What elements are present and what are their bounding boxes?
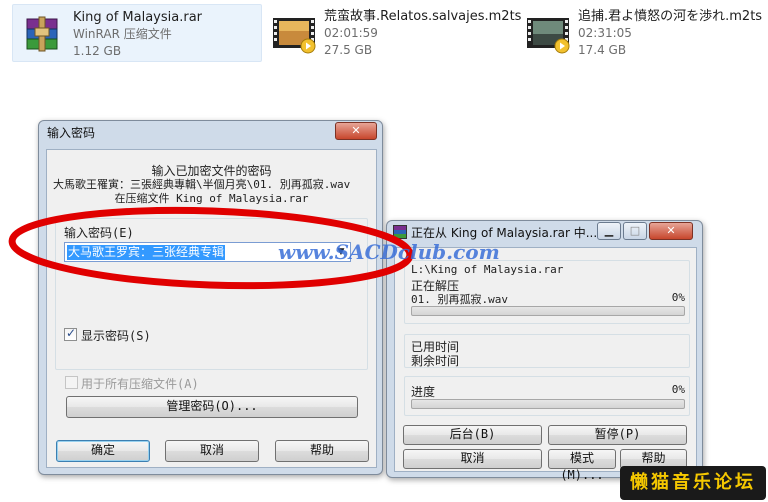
password-dialog-client: 输入已加密文件的密码 大馬歌王罹寅：三張經典專輯\半個月亮\01. 別再孤寂.w… (46, 149, 377, 468)
file-size: 1.12 GB (73, 44, 122, 58)
forum-badge: 懒猫音乐论坛 (620, 466, 766, 500)
cancel-button[interactable]: 取消 (165, 440, 259, 462)
file-duration: 02:01:59 (324, 26, 378, 40)
password-field-label: 输入密码(E) (64, 226, 134, 240)
file-name: 追捕.君よ憤怒の河を渉れ.m2ts (578, 9, 763, 24)
progress-label: 进度 (411, 385, 436, 399)
maximize-icon: □ (629, 224, 641, 237)
file-type: WinRAR 压缩文件 (73, 27, 172, 41)
file-name: King of Malaysia.rar (73, 10, 203, 25)
cancel-extract-button[interactable]: 取消 (403, 449, 542, 469)
total-percent: 0% (671, 383, 685, 396)
prompt-archive-name: 在压缩文件 King of Malaysia.rar (114, 192, 309, 205)
total-progress-bar (411, 399, 685, 409)
manage-passwords-button[interactable]: 管理密码(O)... (66, 396, 358, 418)
winrar-small-icon (393, 225, 407, 239)
file-size: 17.4 GB (578, 43, 627, 57)
archive-path: L:\King of Malaysia.rar (411, 263, 564, 276)
show-password-checkbox[interactable] (64, 326, 77, 341)
background-button[interactable]: 后台(B) (403, 425, 542, 445)
close-icon: ✕ (666, 224, 676, 237)
winrar-archive-icon (19, 9, 67, 57)
close-button[interactable]: ✕ (335, 122, 377, 140)
file-tile-rar[interactable]: King of Malaysia.rar WinRAR 压缩文件 1.12 GB (12, 4, 262, 62)
help-button[interactable]: 帮助 (275, 440, 369, 462)
file-progress-bar (411, 306, 685, 316)
minimize-icon: ▁ (604, 224, 614, 237)
file-tile-video-2[interactable]: 追捕.君よ憤怒の河を渉れ.m2ts 02:31:05 17.4 GB (518, 4, 766, 62)
file-name: 荒蛮故事.Relatos.salvajes.m2ts (324, 9, 522, 24)
mode-button[interactable]: 模式(M)... (548, 449, 616, 482)
current-file: 01. 别再孤寂.wav (411, 293, 508, 306)
remaining-time-label: 剩余时间 (411, 354, 460, 368)
video-file-icon (270, 8, 318, 56)
all-archives-checkbox[interactable] (65, 376, 78, 389)
file-progress-group: L:\King of Malaysia.rar 正在解压 01. 别再孤寂.wa… (404, 260, 690, 324)
minimize-button[interactable]: ▁ (597, 222, 621, 240)
extract-dialog-client: L:\King of Malaysia.rar 正在解压 01. 别再孤寂.wa… (394, 247, 697, 482)
pause-button[interactable]: 暂停(P) (548, 425, 687, 445)
password-value: 大马歌王罗宾：三张经典专辑 (67, 245, 226, 260)
password-dialog: 输入密码 ✕ 输入已加密文件的密码 大馬歌王罹寅：三張經典專輯\半個月亮\01.… (38, 120, 383, 475)
file-duration: 02:31:05 (578, 26, 632, 40)
close-button[interactable]: ✕ (649, 222, 693, 240)
file-percent: 0% (671, 291, 685, 304)
time-group: 已用时间 剩余时间 (404, 334, 690, 368)
total-progress-group: 进度 0% (404, 376, 690, 416)
ok-button[interactable]: 确定 (56, 440, 150, 462)
forum-badge-text: 懒猫音乐论坛 (630, 472, 756, 493)
show-password-label[interactable]: 显示密码(S) (81, 327, 151, 344)
file-size: 27.5 GB (324, 43, 373, 57)
file-tile-video-1[interactable]: 荒蛮故事.Relatos.salvajes.m2ts 02:01:59 27.5… (264, 4, 521, 62)
password-dialog-title: 输入密码 (47, 126, 96, 140)
close-icon: ✕ (351, 124, 361, 137)
maximize-button[interactable]: □ (623, 222, 647, 240)
all-archives-label[interactable]: 用于所有压缩文件(A) (81, 375, 199, 392)
video-file-icon (524, 8, 572, 56)
watermark-text: www.SACDclub.com (278, 240, 500, 264)
